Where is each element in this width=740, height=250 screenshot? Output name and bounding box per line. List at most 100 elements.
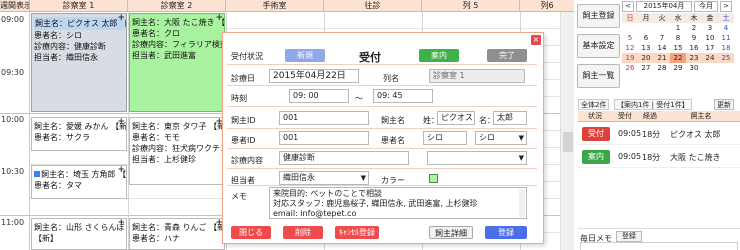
owner-name-label: 飼主名 (381, 116, 405, 125)
side-button-panel: 飼主登録 基本設定 飼主一覧 (575, 0, 620, 100)
weekday-label: 日 (622, 13, 638, 23)
cancel-register-button[interactable]: ｷｬﾝｾﾙ登録 (335, 226, 379, 239)
scrollbar-thumb[interactable] (563, 132, 573, 152)
divider (227, 168, 537, 169)
calendar-day[interactable]: 30 (686, 63, 702, 73)
appointment-card[interactable]: + 飼主名：ピクオス 太郎 【受】 患者名：シロ 診療内容：健康診断 担当者：織… (31, 13, 127, 112)
calendar-day[interactable]: 7 (654, 33, 670, 43)
queue-status-button[interactable]: 案内 (582, 150, 610, 164)
appointment-card[interactable]: + 飼主名：大阪 たこ焼き 【案】 患者名：クロ 診療内容：フィラリア検査 担当… (129, 13, 225, 112)
memo-scrollbar[interactable] (519, 189, 525, 217)
owner-register-button[interactable]: 飼主登録 (577, 4, 620, 28)
staff-select[interactable]: 織田信永 ▼ (279, 171, 369, 185)
weekday-label: 水 (670, 13, 686, 23)
calendar-day[interactable]: 9 (686, 33, 702, 43)
calendar-day[interactable]: 29 (670, 63, 686, 73)
tag-icon (34, 171, 40, 177)
calendar-day[interactable]: 14 (654, 43, 670, 53)
end-time-field[interactable]: 09: 45 (373, 89, 433, 103)
daily-memo-field[interactable] (580, 242, 738, 250)
add-icon[interactable]: + (215, 14, 223, 24)
chevron-down-icon: ▼ (360, 174, 366, 182)
weekday-label: 土 (718, 13, 734, 23)
status-new-button[interactable]: 新規 (285, 49, 325, 62)
calendar-day (718, 73, 734, 83)
calendar-day[interactable]: 19 (622, 53, 638, 63)
calendar-day[interactable]: 22 (670, 53, 686, 63)
patient-name-field[interactable]: シロ (423, 131, 467, 145)
appointment-card[interactable]: + 飼主名：青森 りんご 【新】 患者名：ハナ (129, 218, 225, 250)
delete-button[interactable]: 削除 (283, 226, 323, 239)
weekly-view-button[interactable]: 週間表示 (0, 0, 30, 12)
last-name-field[interactable]: ピクオス (437, 111, 475, 125)
memo-line: 来院目的: ペットのことで相談 (273, 189, 382, 198)
month-select[interactable]: 2015年04月 (636, 1, 692, 12)
add-icon[interactable]: + (117, 166, 125, 176)
calendar-day[interactable]: 23 (686, 53, 702, 63)
time-label: 10:30 (1, 167, 25, 176)
calendar-day[interactable]: 8 (670, 33, 686, 43)
daily-memo-register-button[interactable]: 登録 (616, 231, 642, 242)
column-header-room2: 診察室 2 (128, 0, 226, 12)
calendar-day[interactable]: 13 (638, 43, 654, 53)
calendar-day[interactable]: 24 (702, 53, 718, 63)
calendar-day[interactable]: 21 (654, 53, 670, 63)
calendar-day[interactable]: 15 (670, 43, 686, 53)
start-time-field[interactable]: 09: 00 (289, 89, 349, 103)
owner-detail-button[interactable]: 飼主詳細 (429, 226, 473, 239)
appointment-card[interactable]: + 飼主名：愛媛 みかん 【新】 患者名：サクラ (31, 117, 127, 151)
first-name-field[interactable]: 太郎 (493, 111, 527, 125)
next-month-button[interactable]: > (720, 1, 732, 12)
calendar-day[interactable]: 2 (686, 23, 702, 33)
close-icon[interactable]: × (531, 35, 541, 45)
add-icon[interactable]: + (117, 219, 125, 229)
queue-status-button[interactable]: 受付 (582, 127, 610, 141)
register-button[interactable]: 登録 (485, 226, 527, 239)
add-icon[interactable]: + (117, 118, 125, 128)
content-select[interactable]: ▼ (427, 151, 527, 165)
prev-month-button[interactable]: < (622, 1, 634, 12)
calendar-day[interactable]: 1 (670, 23, 686, 33)
date-field[interactable]: 2015年04月22日 (269, 69, 359, 83)
refresh-button[interactable]: 更新 (714, 99, 734, 110)
patient-id-field[interactable]: 001 (279, 131, 369, 145)
calendar-day[interactable]: 26 (622, 63, 638, 73)
add-icon[interactable]: + (117, 14, 125, 24)
basic-settings-button[interactable]: 基本設定 (577, 34, 620, 58)
queue-owner: ピクオス 太郎 (670, 130, 721, 139)
memo-label: メモ (231, 192, 247, 201)
calendar-day[interactable]: 20 (638, 53, 654, 63)
color-swatch[interactable] (429, 174, 438, 183)
owner-list-button[interactable]: 飼主一覧 (577, 64, 620, 88)
appointment-staff: 担当者：武田進富 (132, 51, 196, 60)
schedule-scrollbar[interactable] (560, 12, 574, 250)
calendar-day[interactable]: 25 (718, 53, 734, 63)
queue-row[interactable]: 受付 09:05 18分 ピクオス 太郎 (578, 123, 740, 145)
appointment-card[interactable]: + 飼主名：埼玉 方角郎 【新】 患者名：タマ (31, 165, 127, 199)
calendar-day[interactable]: 18 (718, 43, 734, 53)
owner-id-field[interactable]: 001 (279, 111, 369, 125)
status-guide-button[interactable]: 案内 (419, 49, 459, 62)
appointment-pet: 患者名：クロ (132, 29, 180, 38)
memo-textarea[interactable]: 来院目的: ペットのことで相談 対応スタッフ: 鹿児島桜子, 織田信永, 武田進… (269, 187, 527, 219)
calendar-day[interactable]: 6 (638, 33, 654, 43)
calendar-day[interactable]: 28 (654, 63, 670, 73)
this-month-button[interactable]: 今月 (694, 1, 718, 12)
appointment-card[interactable]: + 飼主名：東京 タワ子 【新】 患者名：モモ 診療内容：狂犬病ワクチン 担当者… (129, 117, 225, 185)
queue-row[interactable]: 案内 09:05 18分 大阪 たこ焼き (578, 146, 740, 168)
calendar-day[interactable]: 5 (622, 33, 638, 43)
calendar-day[interactable]: 27 (638, 63, 654, 73)
status-done-button[interactable]: 完了 (487, 49, 527, 62)
appointment-card[interactable]: + 飼主名：山形 さくらんぼ 【新】 (31, 218, 127, 250)
close-button[interactable]: 閉じる (231, 226, 271, 239)
calendar-day[interactable]: 11 (718, 33, 734, 43)
appointment-owner: 飼主名：愛媛 みかん 【新】 (34, 122, 127, 131)
calendar-day[interactable]: 12 (622, 43, 638, 53)
calendar-day[interactable]: 17 (702, 43, 718, 53)
calendar-day[interactable]: 3 (702, 23, 718, 33)
calendar-day[interactable]: 4 (718, 23, 734, 33)
calendar-day[interactable]: 16 (686, 43, 702, 53)
content-field[interactable]: 健康診断 (279, 151, 409, 165)
patient-select[interactable]: シロ ▼ (475, 131, 527, 145)
calendar-day[interactable]: 10 (702, 33, 718, 43)
